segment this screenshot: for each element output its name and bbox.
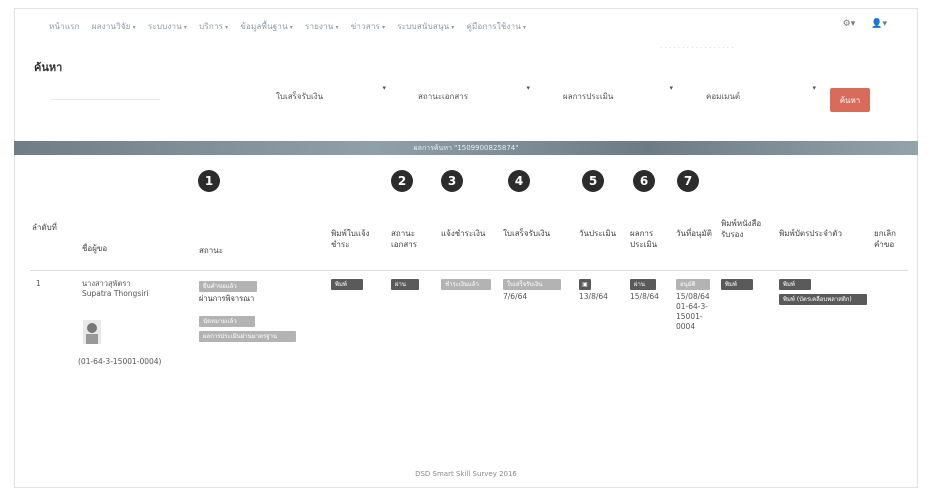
header-approve-date: วันที่อนุมัติ	[676, 229, 712, 238]
step-marker-2: 2	[391, 170, 413, 192]
print-card-plastic-button[interactable]: พิมพ์ (บัตรเคลือบพลาสติก)	[779, 294, 867, 305]
eval-result-button[interactable]: ผ่าน	[630, 279, 656, 290]
help-hint: · · · · · · · · · · · · · · · · ·	[660, 44, 734, 52]
header-eval-result: ผลการประเมิน	[630, 229, 658, 249]
document-status-select[interactable]: สถานะเอกสาร ▾	[418, 84, 530, 108]
nav-reports[interactable]: รายงาน ▾	[305, 20, 339, 33]
header-doc-status: สถานะเอกสาร	[391, 229, 418, 249]
caret-down-icon: ▾	[382, 84, 386, 92]
status-tag-passed-standard: ผลการประเมินผ่านมาตรฐาน	[199, 331, 296, 342]
header-eval-date: วันประเมิน	[579, 229, 617, 238]
applicant-code: (01-64-3-15001-0004)	[78, 357, 162, 366]
eval-result-date: 15/8/64	[630, 292, 659, 301]
step-marker-3: 3	[441, 170, 463, 192]
search-title: ค้นหา	[34, 61, 63, 74]
avatar	[83, 320, 101, 344]
header-print-cert: พิมพ์หนังสือรับรอง	[721, 219, 762, 239]
step-marker-6: 6	[633, 170, 655, 192]
search-button[interactable]: ค้นหา	[830, 88, 870, 112]
receipt-filter-select[interactable]: ใบเสร็จรับเงิน ▾	[276, 84, 386, 108]
doc-status-button[interactable]: ผ่าน	[391, 279, 419, 290]
nav-research[interactable]: ผลงานวิจัย ▾	[92, 20, 136, 33]
eval-date: 13/8/64	[579, 292, 608, 301]
nav-master-data[interactable]: ข้อมูลพื้นฐาน ▾	[240, 20, 293, 33]
caret-down-icon: ▾	[526, 84, 530, 92]
caret-down-icon: ▾	[669, 84, 673, 92]
approve-button[interactable]: อนุมัติ	[676, 279, 710, 290]
header-print-bill: พิมพ์ใบแจ้งชำระ	[331, 229, 370, 249]
nav-home[interactable]: หน้าแรก	[49, 20, 80, 33]
receipt-date: 7/6/64	[503, 292, 528, 301]
nav-support[interactable]: ระบบสนับสนุน ▾	[397, 20, 454, 33]
print-card-button[interactable]: พิมพ์	[779, 279, 811, 290]
step-marker-5: 5	[582, 170, 604, 192]
caret-down-icon: ▾	[812, 84, 816, 92]
receipt-button[interactable]: ใบเสร็จรับเงิน	[503, 279, 561, 290]
print-bill-button[interactable]: พิมพ์	[331, 279, 363, 290]
header-print-card: พิมพ์บัตรประจำตัว	[779, 229, 842, 238]
payment-button[interactable]: ชำระเงินแล้ว	[441, 279, 491, 290]
applicant-name-en: Supatra Thongsiri	[82, 289, 149, 298]
result-banner: ผลการค้นหา "1509900825874"	[14, 141, 918, 155]
gear-icon[interactable]: ⚙▾	[843, 19, 856, 29]
calendar-icon[interactable]: ▣	[579, 279, 591, 290]
nav-services[interactable]: บริการ ▾	[199, 20, 228, 33]
status-text: ผ่านการพิจารณา	[199, 294, 255, 303]
step-marker-1: 1	[198, 170, 220, 192]
row-index: 1	[36, 279, 41, 288]
print-cert-button[interactable]: พิมพ์	[721, 279, 753, 290]
approve-code: 01-64-3-15001-0004	[676, 302, 708, 331]
search-input[interactable]	[50, 88, 160, 100]
user-icon[interactable]: 👤▾	[871, 19, 887, 29]
step-marker-7: 7	[677, 170, 699, 192]
comment-select[interactable]: คอมเมนต์ ▾	[706, 84, 816, 108]
header-status: สถานะ	[199, 246, 223, 255]
footer-text: DSD Smart Skill Survey 2016	[415, 470, 517, 478]
header-name: ชื่อผู้ขอ	[82, 244, 108, 253]
nav-systems[interactable]: ระบบงาน ▾	[148, 20, 187, 33]
table-header-divider	[30, 270, 908, 271]
nav-manual[interactable]: คู่มือการใช้งาน ▾	[467, 20, 527, 33]
evaluation-result-select[interactable]: ผลการประเมิน ▾	[563, 84, 673, 108]
status-tag-submitted: ยื่นคำขอแล้ว	[199, 281, 257, 292]
header-index: ลำดับที่	[32, 223, 57, 232]
header-cancel: ยกเลิกคำขอ	[874, 229, 897, 249]
applicant-name: นางสาวสุพัตรา	[82, 279, 131, 288]
header-payment: แจ้งชำระเงิน	[441, 229, 486, 238]
step-marker-4: 4	[508, 170, 530, 192]
nav-news[interactable]: ข่าวสาร ▾	[351, 20, 386, 33]
approve-date: 15/08/64	[676, 292, 710, 301]
status-tag-appointment: นัดหมายแล้ว	[199, 316, 255, 327]
top-navbar: หน้าแรก ผลงานวิจัย ▾ ระบบงาน ▾ บริการ ▾ ข้อ…	[15, 9, 917, 43]
header-receipt: ใบเสร็จรับเงิน	[503, 229, 551, 238]
